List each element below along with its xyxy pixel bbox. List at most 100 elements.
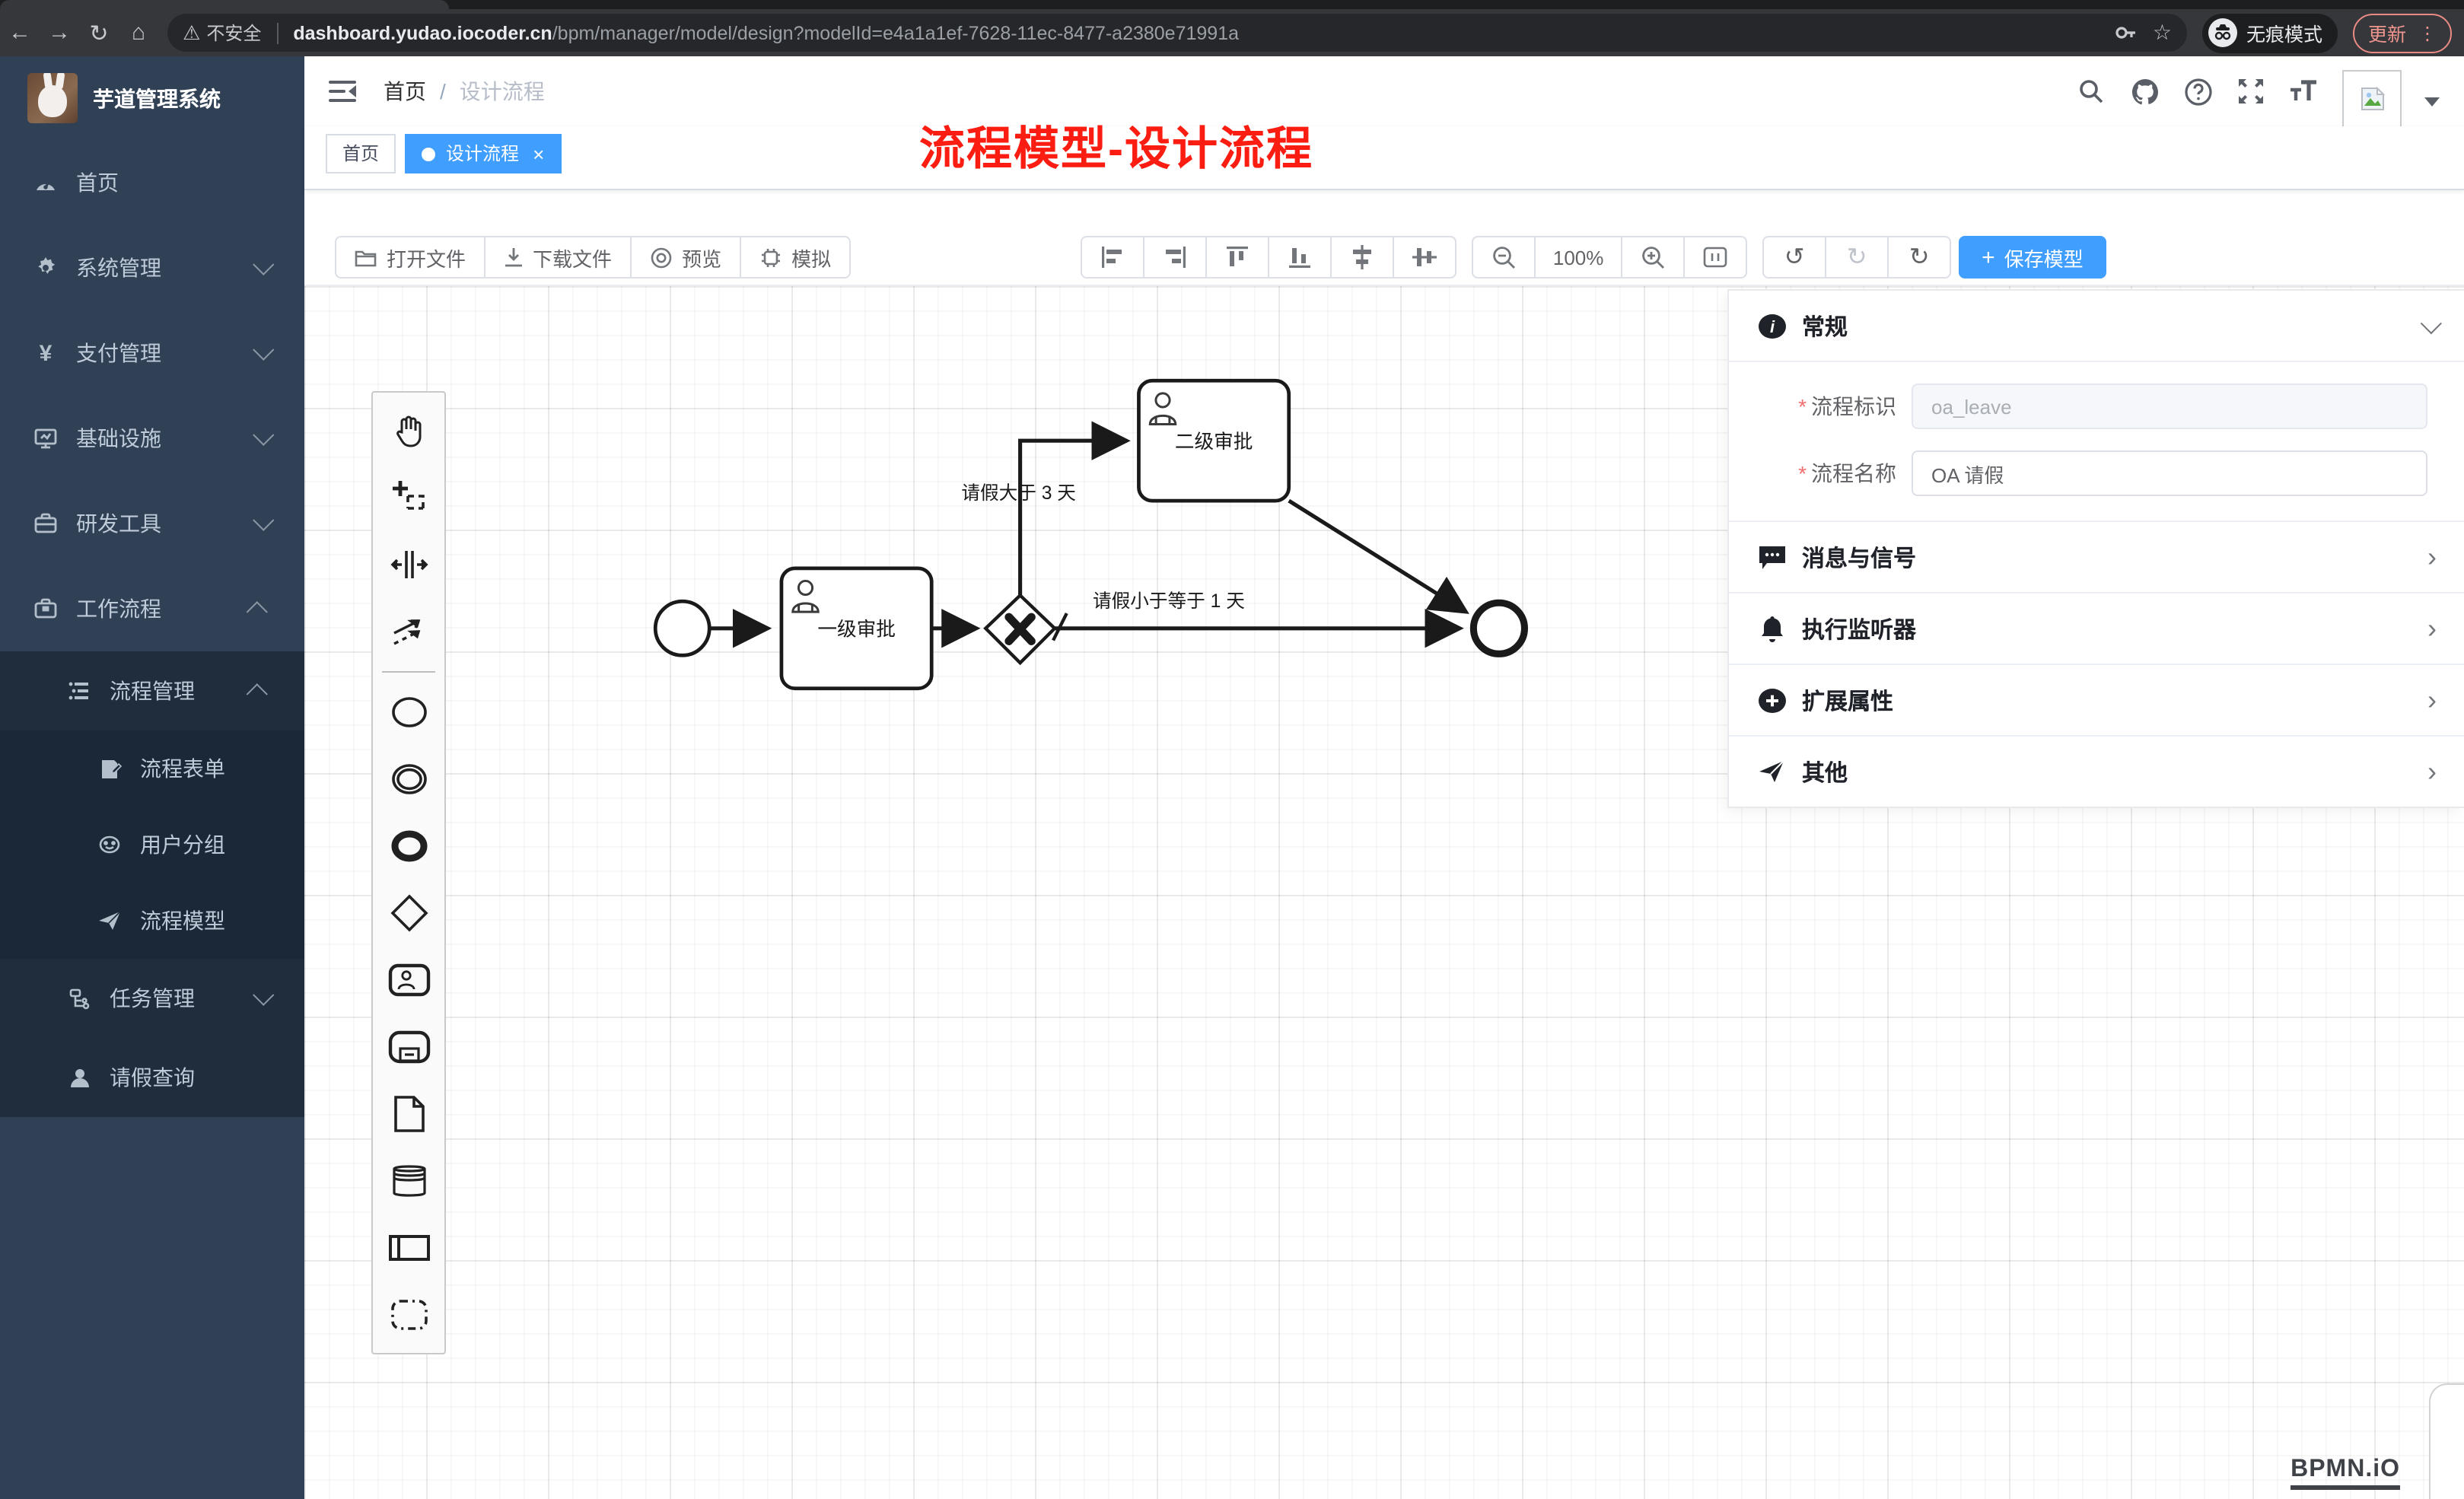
person-icon: [67, 1065, 91, 1090]
general-form: *流程标识 *流程名称: [1729, 362, 2464, 520]
incognito-badge: 无痕模式: [2202, 13, 2338, 53]
section-message-signal[interactable]: 消息与信号 ›: [1729, 522, 2464, 592]
breadcrumb-home[interactable]: 首页: [384, 76, 426, 107]
save-model-button[interactable]: +保存模型: [1959, 236, 2106, 278]
designer-toolbar: 打开文件 下载文件 预览 模拟 100%: [304, 190, 2464, 285]
sidebar-item-user-group[interactable]: 用户分组: [0, 807, 304, 883]
align-hcenter-button[interactable]: [1393, 236, 1456, 278]
section-general[interactable]: i 常规: [1729, 291, 2464, 361]
browser-update-button[interactable]: 更新 ⋮: [2353, 13, 2452, 53]
logo-image: [27, 73, 78, 123]
help-icon[interactable]: [2182, 76, 2213, 107]
list-tree-icon: [67, 679, 91, 703]
redo-button[interactable]: ↻: [1825, 236, 1889, 278]
info-icon: i: [1756, 311, 1787, 340]
chevron-right-icon: ›: [2427, 686, 2437, 714]
sidebar-item-process-model[interactable]: 流程模型: [0, 883, 304, 959]
chip-icon: [759, 246, 782, 269]
download-file-button[interactable]: 下载文件: [484, 236, 632, 278]
sidebar-item-leave-query[interactable]: 请假查询: [0, 1038, 304, 1117]
url-bar[interactable]: ⚠不安全 dashboard.yudao.iocoder.cn/bpm/mana…: [167, 14, 2187, 52]
avatar[interactable]: [2342, 69, 2402, 129]
zoom-level[interactable]: 100%: [1534, 236, 1622, 278]
align-right-button[interactable]: [1143, 236, 1207, 278]
warning-icon: ⚠: [183, 21, 200, 45]
align-top-button[interactable]: [1205, 236, 1269, 278]
flow-label-gt3[interactable]: 请假大于 3 天: [961, 482, 1076, 504]
url-text[interactable]: dashboard.yudao.iocoder.cn/bpm/manager/m…: [293, 22, 2102, 43]
search-icon[interactable]: [2076, 76, 2106, 107]
font-size-icon[interactable]: [2289, 76, 2319, 107]
flow-task2-to-end[interactable]: [1289, 501, 1466, 612]
github-icon[interactable]: [2129, 76, 2160, 107]
paper-plane-icon: [97, 909, 122, 933]
gear-icon: [33, 256, 58, 280]
sidebar-item-process-manage[interactable]: 流程管理: [0, 651, 304, 730]
sidebar-collapse-icon[interactable]: [329, 80, 356, 103]
close-icon[interactable]: ×: [533, 144, 544, 164]
properties-panel: i 常规 *流程标识 *流程名称: [1727, 289, 2464, 808]
chevron-down-icon: [2421, 313, 2442, 334]
user-task-level2[interactable]: 二级审批: [1138, 380, 1288, 501]
sidebar-item-home[interactable]: 首页: [0, 140, 304, 225]
chevron-down-icon: [253, 510, 274, 531]
end-event[interactable]: [1473, 603, 1524, 654]
zoom-in-button[interactable]: [1621, 236, 1685, 278]
flow-label-le1[interactable]: 请假小于等于 1 天: [1093, 590, 1245, 612]
browser-tabstrip: [0, 0, 2464, 9]
bpmn-io-watermark[interactable]: BPMN.iO: [2291, 1456, 2400, 1490]
fullscreen-icon[interactable]: [2236, 76, 2266, 107]
reload-icon[interactable]: ↻: [79, 19, 119, 46]
home-icon[interactable]: ⌂: [119, 20, 158, 46]
exclusive-gateway[interactable]: [985, 595, 1055, 663]
app-logo: 芋道管理系统: [0, 56, 304, 140]
zoom-reset-button[interactable]: [1683, 236, 1747, 278]
open-file-button[interactable]: 打开文件: [335, 236, 485, 278]
preview-button[interactable]: 预览: [630, 236, 741, 278]
undo-button[interactable]: ↺: [1762, 236, 1826, 278]
start-event[interactable]: [655, 601, 709, 655]
svg-text:二级审批: 二级审批: [1175, 431, 1253, 453]
user-task-level1[interactable]: 一级审批: [782, 568, 931, 689]
chevron-down-icon: [253, 425, 274, 446]
process-name-input[interactable]: [1912, 450, 2427, 496]
align-left-button[interactable]: [1081, 236, 1144, 278]
password-key-icon[interactable]: [2115, 21, 2138, 44]
sidebar-item-infra[interactable]: 基础设施: [0, 396, 304, 481]
flow-gateway-to-task2[interactable]: [1020, 441, 1127, 597]
section-extended-attrs[interactable]: 扩展属性 ›: [1729, 665, 2464, 735]
briefcase-icon: [33, 597, 58, 621]
section-execution-listener[interactable]: 执行监听器 ›: [1729, 594, 2464, 664]
sidebar-item-workflow[interactable]: 工作流程: [0, 566, 304, 651]
forward-icon[interactable]: →: [40, 20, 79, 46]
bookmark-star-icon[interactable]: ☆: [2153, 20, 2172, 46]
simulate-button[interactable]: 模拟: [740, 236, 851, 278]
sidebar-item-system[interactable]: 系统管理: [0, 225, 304, 310]
align-bottom-button[interactable]: [1268, 236, 1332, 278]
process-key-input[interactable]: [1912, 384, 2427, 429]
browser-menu-icon[interactable]: ⋮: [2418, 25, 2437, 40]
sidebar-item-pay[interactable]: ¥ 支付管理: [0, 310, 304, 396]
back-icon[interactable]: ←: [0, 20, 40, 46]
security-label: 不安全: [206, 20, 261, 46]
sidebar: 芋道管理系统 首页 系统管理 ¥ 支付管理 基础设施: [0, 56, 304, 1499]
align-vcenter-button[interactable]: [1330, 236, 1394, 278]
security-chip[interactable]: ⚠不安全: [183, 20, 261, 46]
red-annotation-title: 流程模型-设计流程: [919, 111, 1313, 178]
browser-active-tab[interactable]: [0, 0, 449, 9]
tab-design-process[interactable]: 设计流程×: [405, 134, 561, 173]
bpmn-canvas[interactable]: 请假大于 3 天 请假小于等于 1 天 一级审批: [304, 285, 2464, 1499]
section-other[interactable]: 其他 ›: [1729, 737, 2464, 807]
tab-home[interactable]: 首页: [326, 134, 396, 173]
folder-icon: [355, 247, 377, 267]
sidebar-item-task-manage[interactable]: 任务管理: [0, 959, 304, 1038]
restart-button[interactable]: ↻: [1887, 236, 1951, 278]
bell-icon: [1756, 614, 1787, 643]
chevron-down-icon: [253, 339, 274, 361]
browser-chrome: ← → ↻ ⌂ ⚠不安全 dashboard.yudao.iocoder.cn/…: [0, 0, 2464, 56]
zoom-out-button[interactable]: [1472, 236, 1536, 278]
sidebar-item-process-form[interactable]: 流程表单: [0, 730, 304, 807]
sidebar-item-devtools[interactable]: 研发工具: [0, 481, 304, 566]
form-edit-icon: [97, 756, 122, 781]
avatar-dropdown-caret[interactable]: [2424, 97, 2440, 107]
